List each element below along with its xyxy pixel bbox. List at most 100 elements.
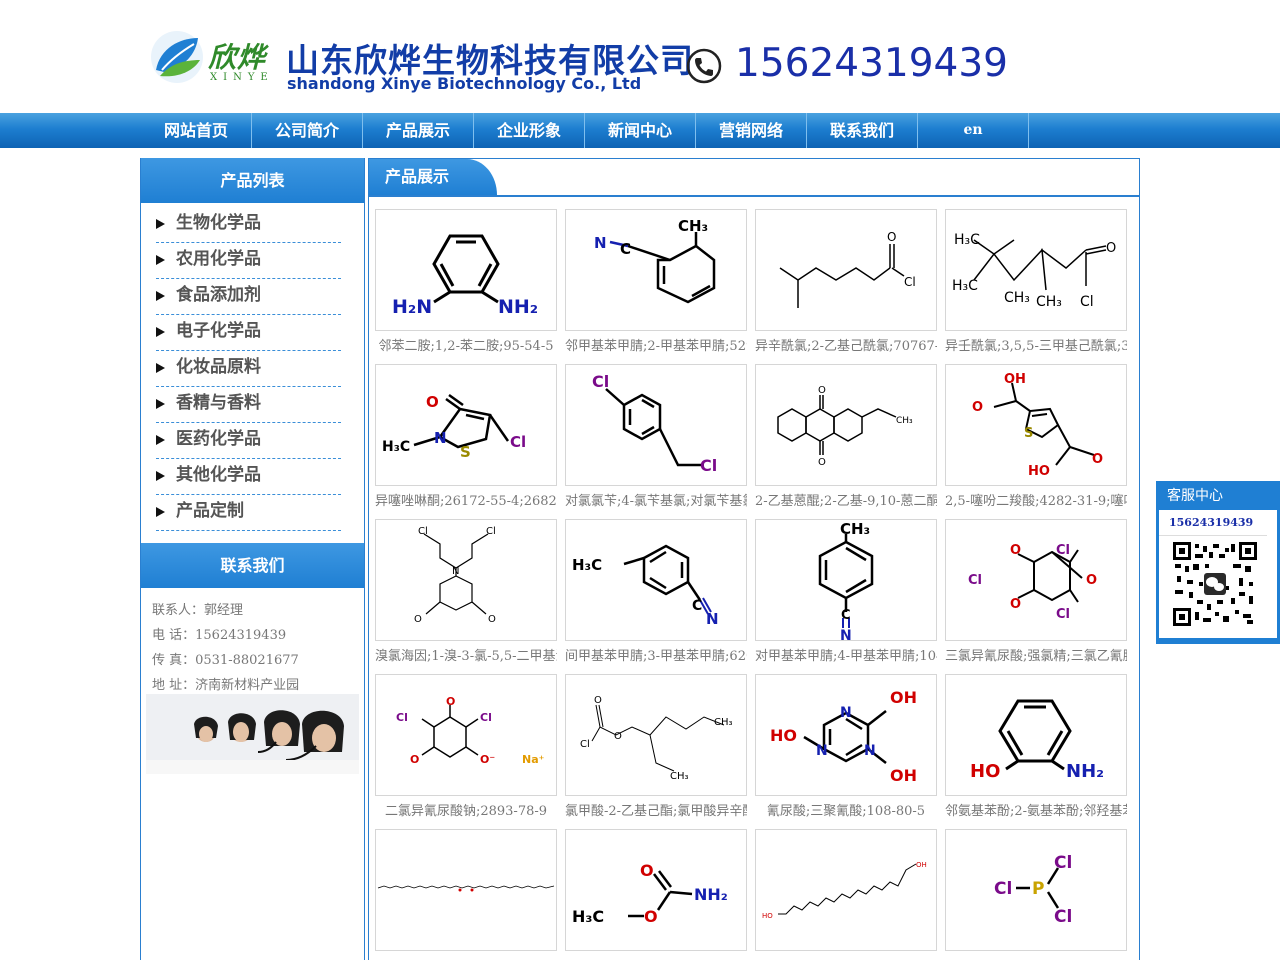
- product-card[interactable]: O O CH₃ 2-乙基蒽醌;2-乙基-9,10-蒽二酮;84-51-5: [755, 364, 937, 512]
- product-image[interactable]: H₃C N S O Cl: [375, 364, 557, 486]
- nav-item-network[interactable]: 营销网络: [696, 113, 807, 148]
- nav-item-english[interactable]: en: [918, 113, 1029, 148]
- sodium-label: Na⁺: [522, 753, 545, 766]
- methyl-label: CH₃: [678, 217, 708, 235]
- product-name[interactable]: 二氯异氰尿酸钠;2893-78-9: [375, 802, 557, 822]
- category-item[interactable]: 其他化学品: [156, 459, 341, 495]
- product-card[interactable]: HO OH: [755, 829, 937, 960]
- nav-item-contact[interactable]: 联系我们: [807, 113, 918, 148]
- contact-fax: 传 真：0531-88021677: [152, 653, 299, 668]
- product-name[interactable]: 邻苯二胺;1,2-苯二胺;95-54-5: [375, 337, 557, 357]
- product-card[interactable]: Cl O O CH₃ CH₃ 氯甲酸-2-乙基己酯;氯甲酸异辛酯;24468-1…: [565, 674, 747, 822]
- product-image[interactable]: Cl Cl N O O: [375, 519, 557, 641]
- product-name[interactable]: 异壬酰氯;3,5,5-三甲基己酰氯;36727-29-4: [945, 337, 1127, 357]
- product-card[interactable]: CH₃ C N 对甲基苯甲腈;4-甲基苯甲腈;104-85-8: [755, 519, 937, 667]
- product-image[interactable]: OH O S O HO: [945, 364, 1127, 486]
- nav-item-home[interactable]: 网站首页: [141, 113, 252, 148]
- category-item[interactable]: 电子化学品: [156, 315, 341, 351]
- chlorine-label: Cl: [396, 711, 408, 724]
- product-name[interactable]: 邻甲基苯甲腈;2-甲基苯甲腈;529-19-1: [565, 337, 747, 357]
- product-name[interactable]: 三氯异氰尿酸;强氯精;三氯乙氰脲酸;87-90-1: [945, 647, 1127, 667]
- product-card[interactable]: Cl Cl N O O 溴氯海因;1-溴-3-氯-5,5-二甲基海因;32718…: [375, 519, 557, 667]
- product-card[interactable]: H₃C H₃C CH₃ CH₃ O Cl 异壬酰氯;3,5,5-三甲基己酰氯;3…: [945, 209, 1127, 357]
- hydroxyl-label: HO: [1028, 464, 1050, 479]
- product-card[interactable]: [375, 829, 557, 960]
- category-item[interactable]: 食品添加剂: [156, 279, 341, 315]
- product-card[interactable]: N C CH₃ 邻甲基苯甲腈;2-甲基苯甲腈;529-19-1: [565, 209, 747, 357]
- product-image[interactable]: CH₃ C N: [755, 519, 937, 641]
- header-phone-number[interactable]: 15624319439: [735, 41, 1008, 86]
- nitrogen-label: N: [452, 566, 459, 577]
- product-card[interactable]: HO NH₂ 邻氨基苯酚;2-氨基苯酚;邻羟基苯胺;2-羟基苯胺;95-55-6: [945, 674, 1127, 822]
- product-name[interactable]: 邻氨基苯酚;2-氨基苯酚;邻羟基苯胺;2-羟基苯胺;95-55-6: [945, 802, 1127, 822]
- product-image[interactable]: [375, 829, 557, 951]
- category-item[interactable]: 产品定制: [156, 495, 341, 531]
- sulfur-label: S: [1024, 426, 1033, 441]
- category-label: 农用化学品: [176, 249, 261, 269]
- chlorine-label: Cl: [968, 573, 982, 588]
- nav-item-about[interactable]: 公司简介: [252, 113, 363, 148]
- product-name[interactable]: 2,5-噻吩二羧酸;4282-31-9;噻吩-2,5-二羧酸: [945, 492, 1127, 512]
- product-image[interactable]: HO NH₂: [945, 674, 1127, 796]
- product-name[interactable]: 异辛酰氯;2-乙基己酰氯;70767-37-3: [755, 337, 937, 357]
- product-image[interactable]: H₂N NH₂: [375, 209, 557, 331]
- wechat-qr-code-icon[interactable]: [1173, 542, 1257, 626]
- product-card[interactable]: N N N OH HO OH 氰尿酸;三聚氰酸;108-80-5: [755, 674, 937, 822]
- product-card[interactable]: OH O S O HO 2,5-噻吩二羧酸;4282-31-9;噻吩-2,5-二…: [945, 364, 1127, 512]
- service-phone[interactable]: 15624319439: [1159, 510, 1267, 536]
- category-item[interactable]: 农用化学品: [156, 243, 341, 279]
- oxygen-label: O: [594, 695, 602, 706]
- leaf-logo-icon[interactable]: [150, 30, 205, 85]
- product-image[interactable]: O O CH₃: [755, 364, 937, 486]
- product-name[interactable]: 对氯氯苄;4-氯苄基氯;对氯苄基氯;104-83-6: [565, 492, 747, 512]
- product-card[interactable]: Cl Cl 对氯氯苄;4-氯苄基氯;对氯苄基氯;104-83-6: [565, 364, 747, 512]
- product-name[interactable]: 2-乙基蒽醌;2-乙基-9,10-蒽二酮;84-51-5: [755, 492, 937, 512]
- product-list-title: 产品列表: [141, 158, 364, 203]
- product-card[interactable]: O Cl 异辛酰氯;2-乙基己酰氯;70767-37-3: [755, 209, 937, 357]
- oxygen-label: O: [1010, 543, 1021, 558]
- product-card[interactable]: O O O Cl Cl Cl 三氯异氰尿酸;强氯精;三氯乙氰脲酸;87-90-1: [945, 519, 1127, 667]
- product-name[interactable]: 氯甲酸-2-乙基己酯;氯甲酸异辛酯;24468-13-1: [565, 802, 747, 822]
- nitrogen-label: N: [434, 429, 447, 447]
- product-name[interactable]: 溴氯海因;1-溴-3-氯-5,5-二甲基海因;32718-18-6: [375, 647, 557, 667]
- chlorine-label: Cl: [510, 433, 526, 451]
- product-card[interactable]: Cl P Cl Cl: [945, 829, 1127, 960]
- product-name[interactable]: 氰尿酸;三聚氰酸;108-80-5: [755, 802, 937, 822]
- category-item[interactable]: 生物化学品: [156, 207, 341, 243]
- product-image[interactable]: Cl P Cl Cl: [945, 829, 1127, 951]
- product-image[interactable]: Cl Cl: [565, 364, 747, 486]
- nav-item-image[interactable]: 企业形象: [474, 113, 585, 148]
- nav-item-products[interactable]: 产品展示: [363, 113, 474, 148]
- chlorine-label: Cl: [700, 456, 717, 475]
- product-image[interactable]: Cl Cl O O O⁻ Na⁺: [375, 674, 557, 796]
- product-name[interactable]: 对甲基苯甲腈;4-甲基苯甲腈;104-85-8: [755, 647, 937, 667]
- product-name[interactable]: 异噻唑啉酮;26172-55-4;2682-20-4: [375, 492, 557, 512]
- product-image[interactable]: HO OH: [755, 829, 937, 951]
- product-card[interactable]: H₃C O O NH₂: [565, 829, 747, 960]
- service-panel-body: 15624319439: [1159, 510, 1277, 638]
- product-image[interactable]: Cl O O CH₃ CH₃: [565, 674, 747, 796]
- product-image[interactable]: N C CH₃: [565, 209, 747, 331]
- category-label: 电子化学品: [176, 321, 261, 341]
- product-image[interactable]: O Cl: [755, 209, 937, 331]
- category-item[interactable]: 化妆品原料: [156, 351, 341, 387]
- product-card[interactable]: H₂N NH₂ 邻苯二胺;1,2-苯二胺;95-54-5: [375, 209, 557, 357]
- oxygen-label: O: [972, 400, 983, 415]
- product-image[interactable]: N N N OH HO OH: [755, 674, 937, 796]
- product-image[interactable]: H₃C O O NH₂: [565, 829, 747, 951]
- oxygen-label: O: [446, 695, 455, 708]
- amine-label: H₂N: [392, 296, 432, 318]
- product-card[interactable]: H₃C N S O Cl 异噻唑啉酮;26172-55-4;2682-20-4: [375, 364, 557, 512]
- category-item[interactable]: 香精与香料: [156, 387, 341, 423]
- nav-item-news[interactable]: 新闻中心: [585, 113, 696, 148]
- product-name[interactable]: 间甲基苯甲腈;3-甲基苯甲腈;620-22-4: [565, 647, 747, 667]
- product-image[interactable]: H₃C C N: [565, 519, 747, 641]
- category-item[interactable]: 医药化学品: [156, 423, 341, 459]
- amine-label: NH₂: [694, 885, 728, 904]
- phosphorus-trichloride-structure: Cl P Cl Cl: [994, 853, 1072, 927]
- product-card[interactable]: Cl Cl O O O⁻ Na⁺ 二氯异氰尿酸钠;2893-78-9: [375, 674, 557, 822]
- product-image[interactable]: H₃C H₃C CH₃ CH₃ O Cl: [945, 209, 1127, 331]
- product-image[interactable]: O O O Cl Cl Cl: [945, 519, 1127, 641]
- product-card[interactable]: H₃C C N 间甲基苯甲腈;3-甲基苯甲腈;620-22-4: [565, 519, 747, 667]
- oxygen-label: O: [818, 385, 826, 396]
